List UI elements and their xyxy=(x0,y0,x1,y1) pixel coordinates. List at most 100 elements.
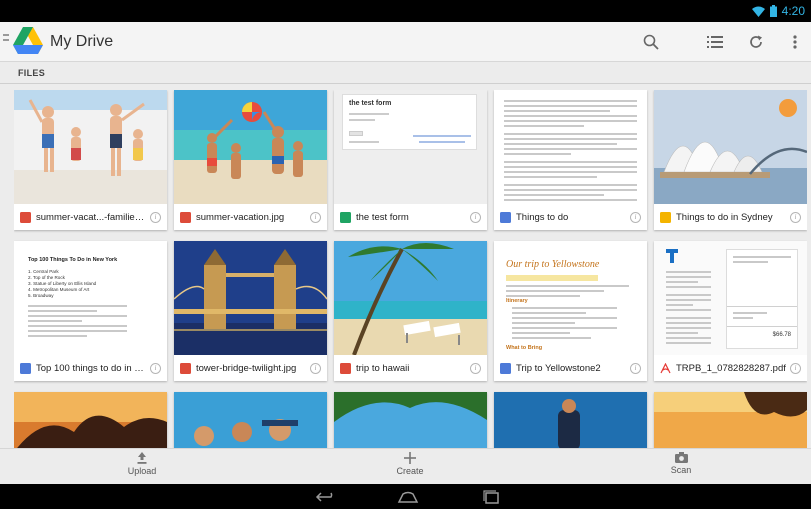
back-icon xyxy=(315,491,333,502)
info-icon[interactable]: i xyxy=(630,211,641,223)
file-caption: summer-vacat...-families-1.jpg i xyxy=(14,204,167,230)
file-thumbnail xyxy=(334,392,487,448)
info-icon[interactable]: i xyxy=(150,211,161,223)
info-icon[interactable]: i xyxy=(150,362,161,374)
upload-button[interactable]: Upload xyxy=(102,452,182,482)
section-label: FILES xyxy=(18,68,46,78)
file-tile[interactable]: tower-bridge-twilight.jpg i xyxy=(174,241,327,381)
file-thumbnail xyxy=(494,392,647,448)
refresh-button[interactable] xyxy=(744,30,768,54)
create-button[interactable]: Create xyxy=(370,452,450,482)
file-tile[interactable]: $66.78 TRPB_1_0782828287.pdf i xyxy=(654,241,807,381)
file-name: summer-vacat...-families-1.jpg xyxy=(36,211,146,223)
file-name: the test form xyxy=(356,211,409,223)
file-tile[interactable] xyxy=(174,392,327,448)
google-drive-logo-icon[interactable] xyxy=(13,27,43,55)
document-file-icon xyxy=(500,362,511,374)
file-tile[interactable]: the test form the test form i xyxy=(334,90,487,230)
bottom-action-bar: Upload Create Scan xyxy=(0,448,811,484)
file-caption: Top 100 things to do in NYC i xyxy=(14,355,167,381)
refresh-icon xyxy=(750,35,762,48)
file-grid[interactable]: summer-vacat...-families-1.jpg i xyxy=(14,90,807,448)
info-icon[interactable]: i xyxy=(630,362,641,374)
file-thumbnail xyxy=(174,241,327,355)
upload-icon xyxy=(137,452,147,464)
file-tile[interactable]: summer-vacation.jpg i xyxy=(174,90,327,230)
file-tile[interactable]: Top 100 Things To Do in New York 1. Cent… xyxy=(14,241,167,381)
file-name: tower-bridge-twilight.jpg xyxy=(196,362,297,374)
file-name: Things to do xyxy=(516,211,569,223)
status-time: 4:20 xyxy=(781,4,805,18)
file-thumbnail: the test form xyxy=(334,90,487,204)
list-view-button[interactable] xyxy=(703,30,727,54)
telstra-logo xyxy=(666,249,678,263)
image-file-icon xyxy=(180,362,191,374)
file-thumbnail: Our trip to Yellowstone Itinerary What t… xyxy=(494,241,647,355)
info-icon[interactable]: i xyxy=(790,362,801,374)
file-thumbnail xyxy=(334,241,487,355)
info-icon[interactable]: i xyxy=(310,362,321,374)
yellowstone-preview-title: Our trip to Yellowstone xyxy=(506,259,600,270)
pdf-file-icon xyxy=(660,362,671,373)
file-name: trip to hawaii xyxy=(356,362,410,374)
drawer-indicator-icon[interactable] xyxy=(3,34,9,48)
file-name: summer-vacation.jpg xyxy=(196,211,285,223)
yellowstone-preview-heading: What to Bring xyxy=(506,345,543,351)
file-tile[interactable] xyxy=(14,392,167,448)
scan-button[interactable]: Scan xyxy=(641,452,721,482)
image-file-icon xyxy=(20,211,31,223)
home-icon xyxy=(397,491,419,503)
info-icon[interactable]: i xyxy=(470,211,481,223)
file-tile[interactable] xyxy=(334,392,487,448)
document-preview-text xyxy=(504,100,637,204)
upload-label: Upload xyxy=(127,466,157,476)
file-thumbnail: $66.78 xyxy=(654,241,807,355)
nyc-preview-list: 1. Central Park 2. Top of the Rock 3. St… xyxy=(28,269,97,298)
file-tile[interactable]: summer-vacat...-families-1.jpg i xyxy=(14,90,167,230)
image-file-icon xyxy=(180,211,191,223)
document-file-icon xyxy=(20,362,31,374)
file-thumbnail xyxy=(654,90,807,204)
file-thumbnail xyxy=(174,392,327,448)
image-file-icon xyxy=(340,362,351,374)
form-file-icon xyxy=(340,211,351,223)
file-caption: TRPB_1_0782828287.pdf i xyxy=(654,355,807,381)
file-thumbnail: Top 100 Things To Do in New York 1. Cent… xyxy=(14,241,167,355)
file-caption: the test form i xyxy=(334,204,487,230)
info-icon[interactable]: i xyxy=(790,211,801,223)
document-file-icon xyxy=(500,211,511,223)
battery-icon xyxy=(769,5,777,17)
file-name: Top 100 things to do in NYC xyxy=(36,362,146,374)
file-tile[interactable] xyxy=(654,392,807,448)
file-thumbnail xyxy=(654,392,807,448)
wifi-icon xyxy=(751,6,765,17)
file-thumbnail xyxy=(14,90,167,204)
file-name: Trip to Yellowstone2 xyxy=(516,362,601,374)
search-button[interactable] xyxy=(639,30,663,54)
file-caption: Things to do in Sydney i xyxy=(654,204,807,230)
file-tile[interactable]: trip to hawaii i xyxy=(334,241,487,381)
file-thumbnail xyxy=(494,90,647,204)
file-tile[interactable] xyxy=(494,392,647,448)
info-icon[interactable]: i xyxy=(310,211,321,223)
file-tile[interactable]: Things to do i xyxy=(494,90,647,230)
overflow-menu-icon xyxy=(793,35,797,49)
file-caption: Trip to Yellowstone2 i xyxy=(494,355,647,381)
overflow-menu-button[interactable] xyxy=(783,30,807,54)
info-icon[interactable]: i xyxy=(470,362,481,374)
file-caption: Things to do i xyxy=(494,204,647,230)
file-tile[interactable]: Things to do in Sydney i xyxy=(654,90,807,230)
presentation-file-icon xyxy=(660,211,671,223)
recent-apps-icon xyxy=(483,489,499,504)
recent-apps-button[interactable] xyxy=(476,488,506,505)
app-title: My Drive xyxy=(50,33,114,50)
back-button[interactable] xyxy=(311,488,341,505)
file-caption: trip to hawaii i xyxy=(334,355,487,381)
file-tile[interactable]: Our trip to Yellowstone Itinerary What t… xyxy=(494,241,647,381)
list-view-icon xyxy=(707,36,723,48)
file-caption: tower-bridge-twilight.jpg i xyxy=(174,355,327,381)
home-button[interactable] xyxy=(393,488,423,505)
camera-icon xyxy=(674,452,688,463)
section-header: FILES xyxy=(0,63,811,84)
form-preview-title: the test form xyxy=(349,100,392,107)
